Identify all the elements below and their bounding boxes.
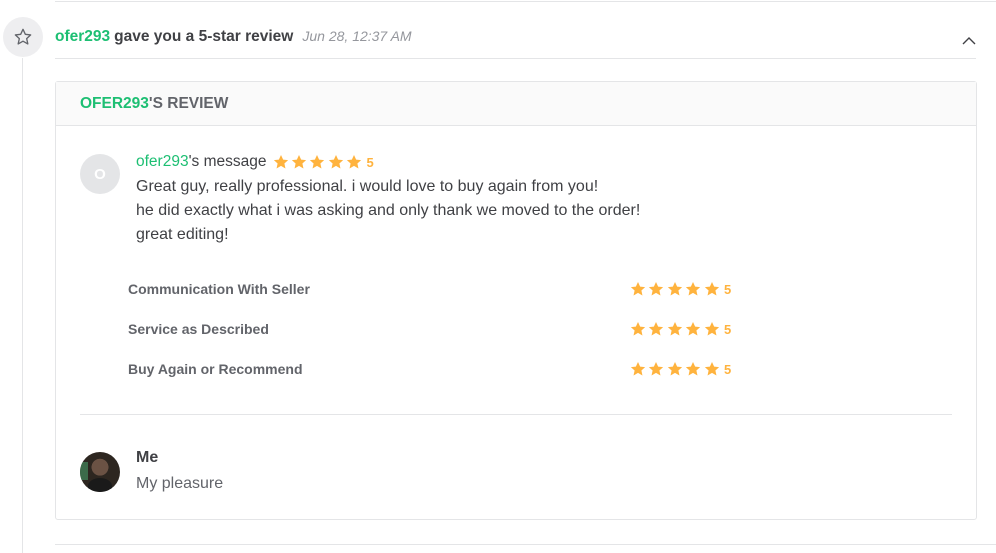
bottom-divider [55,544,996,545]
star-icon [273,155,288,169]
rating-row-recommend: Buy Again or Recommend 5 [128,359,748,379]
event-header: ofer293 gave you a 5-star review Jun 28,… [55,28,412,46]
star-icon [649,322,664,336]
overall-star-rating [273,154,365,170]
star-icon [649,282,664,296]
message-line: he did exactly what i was asking and onl… [136,202,641,219]
header-divider [55,58,976,59]
star-icon [667,282,682,296]
event-icon-circle [3,17,43,57]
star-icon [291,155,307,169]
event-username-link[interactable]: ofer293 [55,28,110,46]
star-icon [686,322,701,336]
star-icon [704,362,719,376]
star-icon [667,322,682,336]
reviewer-avatar[interactable]: O [80,154,120,194]
rating-value: 5 [723,361,732,377]
message-suffix: 's message [188,153,267,170]
event-timestamp: Jun 28, 12:37 AM [302,28,412,44]
reply-text: My pleasure [136,475,224,492]
message-line: Great guy, really professional. i would … [136,178,599,195]
message-body: Great guy, really professional. i would … [136,175,836,247]
review-header-suffix: 'S REVIEW [148,94,229,112]
my-avatar[interactable] [80,452,120,492]
star-outline-icon [14,28,32,45]
rating-value: 5 [723,281,732,297]
rating-label: Buy Again or Recommend [128,361,303,377]
reply-block: Me My pleasure [136,448,223,496]
rating-label: Communication With Seller [128,281,310,297]
star-icon [328,155,343,169]
reviewer-name-link[interactable]: ofer293 [136,153,189,171]
review-header-username[interactable]: OFER293 [80,95,149,113]
message-title: ofer293 's message 5 [136,152,836,172]
star-icon [649,362,664,376]
reviewer-initial: O [94,165,106,183]
star-icon [346,155,362,169]
star-icon [686,362,701,376]
reviewer-message: ofer293 's message 5 Great guy, really p… [136,152,836,247]
overall-rating-value: 5 [366,154,374,170]
avatar-background [80,462,88,480]
card-divider [80,414,952,415]
star-icon [310,155,325,169]
star-icon [667,362,682,376]
review-card-header: OFER293 'S REVIEW [56,82,976,126]
reply-author: Me [136,449,159,466]
review-card: OFER293 'S REVIEW O ofer293 's message 5… [55,81,977,520]
star-icon [704,322,719,336]
rating-value: 5 [723,321,732,337]
avatar-shirt [88,478,112,492]
star-icon [630,322,646,336]
star-icon [686,282,701,296]
rating-stars [630,321,722,337]
rating-row-communication: Communication With Seller 5 [128,279,748,299]
message-line: great editing! [136,226,229,243]
star-icon [630,362,646,376]
collapse-button[interactable] [960,33,978,47]
chevron-up-icon [962,36,976,44]
event-action-text: gave you a 5-star review [114,28,294,45]
timeline-line [22,58,23,553]
star-icon [630,282,646,296]
top-divider [55,1,996,2]
star-icon [704,282,719,296]
rating-stars [630,281,722,297]
rating-row-service: Service as Described 5 [128,319,748,339]
rating-stars [630,361,722,377]
rating-label: Service as Described [128,321,269,337]
